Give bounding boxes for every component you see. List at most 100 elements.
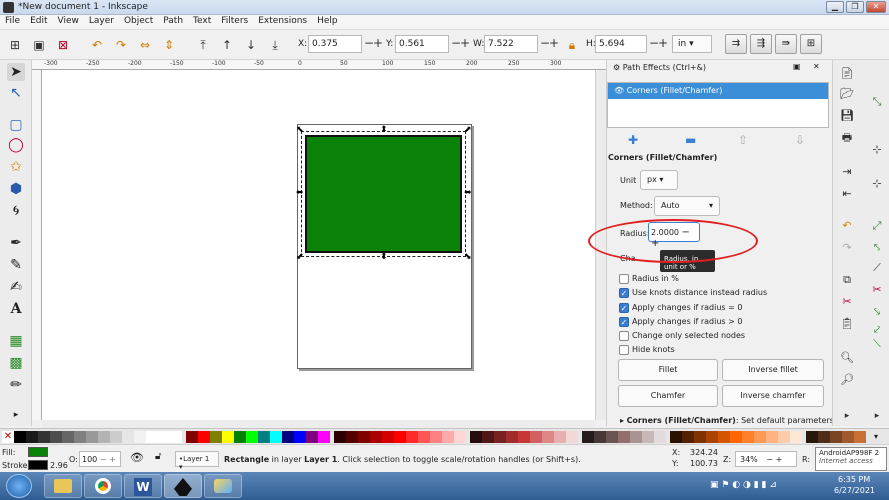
select-all-icon[interactable]: ⊞	[8, 38, 22, 52]
color-swatch[interactable]	[718, 431, 730, 443]
color-swatch[interactable]	[222, 431, 234, 443]
flip-vertical-icon[interactable]: ⇕	[162, 38, 176, 52]
scale-handle-sw[interactable]: ⬋	[296, 253, 304, 262]
color-swatch[interactable]	[270, 431, 282, 443]
move-down-icon[interactable]: ⇩	[795, 133, 805, 147]
color-swatch[interactable]	[506, 431, 518, 443]
scale-handle-se[interactable]: ⬊	[464, 253, 472, 262]
selector-tool-icon[interactable]: ➤	[7, 63, 25, 81]
star-tool-icon[interactable]: ✩	[7, 158, 25, 176]
scale-handle-e[interactable]: ⬌	[464, 189, 472, 198]
y-increment[interactable]: +	[460, 36, 470, 50]
fill-swatch[interactable]	[28, 447, 48, 457]
color-swatch[interactable]	[494, 431, 506, 443]
maximize-button[interactable]: ❐	[846, 1, 864, 13]
select-all-layers-icon[interactable]: ▣	[32, 38, 46, 52]
rect-tool-icon[interactable]: ▢	[7, 116, 25, 134]
x-increment[interactable]: +	[373, 36, 383, 50]
color-swatch[interactable]	[74, 431, 86, 443]
color-swatch[interactable]	[358, 431, 370, 443]
h-increment[interactable]: +	[658, 36, 668, 50]
snap-paths-icon[interactable]: ⤢	[869, 218, 885, 234]
color-swatch[interactable]	[210, 431, 222, 443]
color-swatch[interactable]	[642, 431, 654, 443]
fillet-button[interactable]: Fillet	[618, 359, 718, 381]
color-swatch[interactable]	[234, 431, 246, 443]
export-icon[interactable]: ⇤	[839, 186, 855, 202]
ellipse-tool-icon[interactable]: ◯	[7, 136, 25, 154]
checkbox-apply-zero[interactable]: ✓	[619, 303, 629, 313]
color-swatch[interactable]	[766, 431, 778, 443]
color-swatch[interactable]	[146, 431, 158, 443]
w-increment[interactable]: +	[549, 36, 559, 50]
remove-effect-icon[interactable]: ▬	[685, 133, 696, 147]
palette-menu-icon[interactable]: ▾	[868, 431, 884, 443]
raise-icon[interactable]: ↑	[220, 38, 234, 52]
menu-filters[interactable]: Filters	[216, 15, 253, 27]
snap-more-icon[interactable]: ▸	[869, 408, 885, 424]
color-swatch[interactable]	[730, 431, 742, 443]
chamfer-button[interactable]: Chamfer	[618, 385, 718, 407]
color-swatch[interactable]	[134, 431, 146, 443]
checkbox-hide-knots[interactable]	[619, 345, 629, 355]
minimize-button[interactable]: ▁	[826, 1, 844, 13]
menu-object[interactable]: Object	[119, 15, 158, 27]
color-swatch[interactable]	[518, 431, 530, 443]
zoom-drawing-icon[interactable]: 🔎︎	[839, 372, 855, 388]
paste-icon[interactable]: 📋︎	[839, 316, 855, 332]
color-swatch[interactable]	[334, 431, 346, 443]
x-input[interactable]: 0.375	[308, 35, 362, 53]
color-swatch[interactable]	[842, 431, 854, 443]
color-swatch[interactable]	[854, 431, 866, 443]
inverse-fillet-button[interactable]: Inverse fillet	[722, 359, 824, 381]
close-button[interactable]: ✕	[866, 1, 886, 13]
checkbox-use-knots[interactable]: ✓	[619, 288, 629, 298]
color-swatch[interactable]	[682, 431, 694, 443]
print-icon[interactable]: 🖶︎	[839, 130, 855, 146]
color-swatch[interactable]	[86, 431, 98, 443]
menu-view[interactable]: View	[53, 15, 84, 27]
menu-layer[interactable]: Layer	[84, 15, 119, 27]
color-swatch[interactable]	[606, 431, 618, 443]
commands-more-icon[interactable]: ▸	[839, 408, 855, 424]
color-swatch[interactable]	[566, 431, 578, 443]
mesh-tool-icon[interactable]: ▩	[7, 354, 25, 372]
color-swatch[interactable]	[158, 431, 170, 443]
panel-iconify-icon[interactable]: ▣	[793, 62, 801, 71]
color-swatch[interactable]	[778, 431, 790, 443]
snap-midpoints-icon[interactable]: ⤥	[869, 304, 885, 320]
lower-to-bottom-icon[interactable]: ⤓	[268, 38, 282, 52]
lower-icon[interactable]: ↓	[244, 38, 258, 52]
rotate-cw-icon[interactable]: ↷	[114, 38, 128, 52]
visibility-eye-icon[interactable]: 👁︎	[614, 86, 624, 95]
color-swatch[interactable]	[406, 431, 418, 443]
color-swatch[interactable]	[654, 431, 666, 443]
unit-select[interactable]: in ▾	[672, 35, 712, 53]
system-tray-icons[interactable]: ▣ ⚑ ◐ ◑ ▮ ▮ ⊿	[710, 480, 777, 490]
zoom-decrement[interactable]: −	[766, 455, 773, 464]
color-swatch[interactable]	[38, 431, 50, 443]
y-input[interactable]: 0.561	[395, 35, 449, 53]
flip-horizontal-icon[interactable]: ⇔	[138, 38, 152, 52]
color-swatch[interactable]	[482, 431, 494, 443]
opacity-input[interactable]: 100 − +	[79, 451, 121, 467]
checkbox-apply-positive[interactable]: ✓	[619, 317, 629, 327]
checkbox-radius-percent[interactable]	[619, 274, 629, 284]
stroke-width-value[interactable]: 2.96	[50, 461, 68, 470]
color-swatch[interactable]	[530, 431, 542, 443]
snap-rotation-center-icon[interactable]: ⟍	[869, 336, 885, 352]
scale-corners-button[interactable]: ⇶	[750, 34, 772, 54]
menu-file[interactable]: File	[0, 15, 25, 27]
explorer-taskbar-icon[interactable]	[44, 474, 82, 498]
snap-edges-icon[interactable]: ⊹	[869, 176, 885, 192]
pen-tool-icon[interactable]: ✒	[7, 234, 25, 252]
scale-stroke-button[interactable]: ⇉	[725, 34, 747, 54]
calligraphy-tool-icon[interactable]: ✍	[7, 278, 25, 296]
color-swatch[interactable]	[294, 431, 306, 443]
color-swatch[interactable]	[670, 431, 682, 443]
snap-bbox-icon[interactable]: ⊹	[869, 142, 885, 158]
snap-path-intersections-icon[interactable]: ⤣	[869, 240, 885, 256]
menu-text[interactable]: Text	[188, 15, 216, 27]
open-icon[interactable]: 📂︎	[839, 86, 855, 102]
scale-handle-w[interactable]: ⬌	[296, 189, 304, 198]
